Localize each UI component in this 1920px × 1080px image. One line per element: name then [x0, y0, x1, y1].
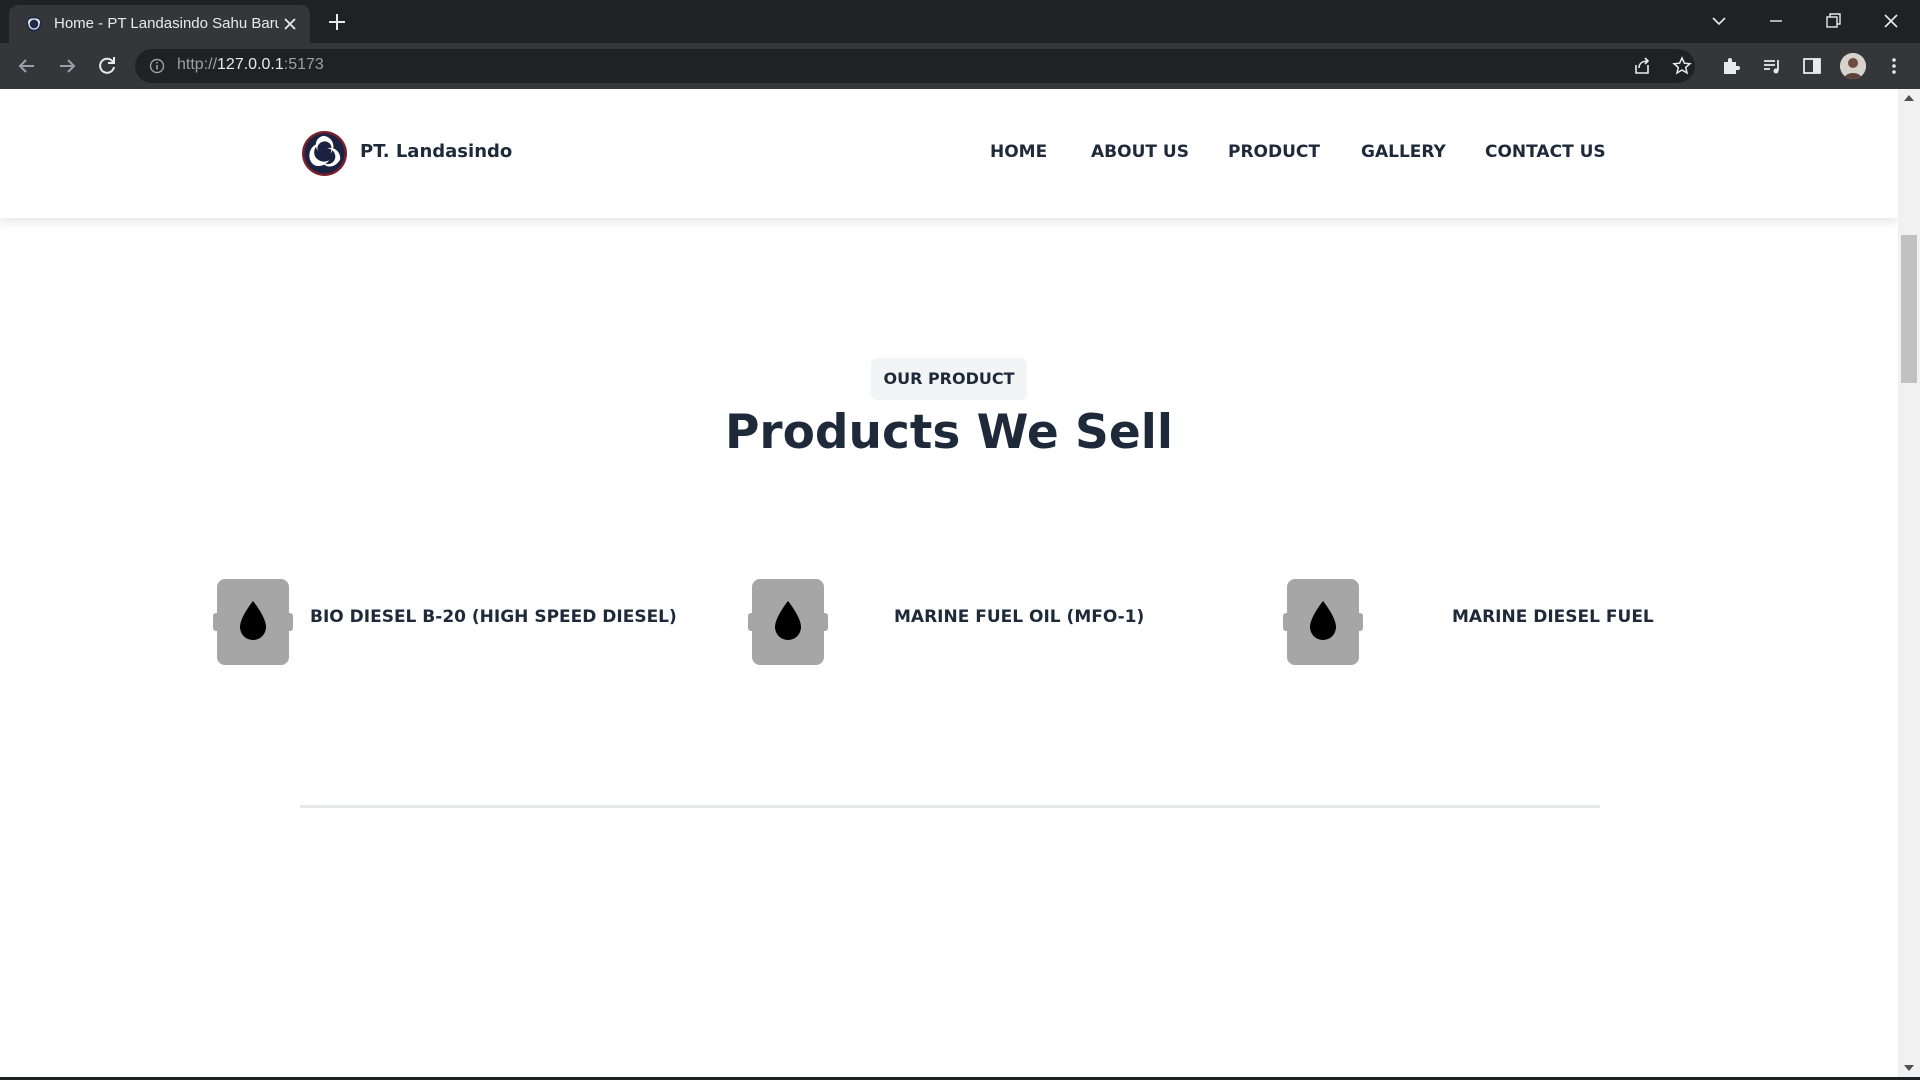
- scroll-down-arrow-icon[interactable]: [1904, 1065, 1914, 1071]
- product-name[interactable]: MARINE DIESEL FUEL: [1452, 607, 1654, 627]
- product-name[interactable]: BIO DIESEL B-20 (HIGH SPEED DIESEL): [310, 607, 677, 627]
- extensions-puzzle-icon[interactable]: [1720, 55, 1742, 77]
- product-name[interactable]: MARINE FUEL OIL (MFO-1): [894, 607, 1144, 627]
- brand-name[interactable]: PT. Landasindo: [360, 141, 512, 162]
- scroll-up-arrow-icon[interactable]: [1904, 95, 1914, 101]
- restore-icon[interactable]: [1818, 8, 1848, 34]
- page-viewport: PT. Landasindo HOME ABOUT US PRODUCT GAL…: [0, 89, 1920, 1077]
- address-bar[interactable]: http://127.0.0.1:5173: [135, 49, 1695, 83]
- nav-gallery[interactable]: GALLERY: [1361, 142, 1446, 162]
- bookmark-star-icon[interactable]: [1672, 56, 1692, 76]
- section-eyebrow: OUR PRODUCT: [871, 358, 1027, 400]
- oil-barrel-icon: [1283, 579, 1363, 665]
- reload-icon[interactable]: [95, 54, 119, 78]
- nav-product[interactable]: PRODUCT: [1228, 142, 1320, 162]
- browser-tab[interactable]: Home - PT Landasindo Sahu Baru: [9, 5, 310, 43]
- scroll-thumb[interactable]: [1901, 235, 1917, 383]
- site-info-icon[interactable]: [149, 58, 165, 74]
- nav-about-us[interactable]: ABOUT US: [1091, 142, 1189, 162]
- oil-barrel-icon: [213, 579, 293, 665]
- nav-contact-us[interactable]: CONTACT US: [1485, 142, 1606, 162]
- avatar[interactable]: [1840, 53, 1866, 79]
- site-header: PT. Landasindo HOME ABOUT US PRODUCT GAL…: [0, 89, 1898, 218]
- oil-barrel-icon: [748, 579, 828, 665]
- url-text: http://127.0.0.1:5173: [177, 56, 324, 73]
- browser-tabstrip: Home - PT Landasindo Sahu Baru: [0, 0, 1920, 43]
- back-arrow-left-icon[interactable]: [15, 54, 39, 78]
- tab-title: Home - PT Landasindo Sahu Baru: [54, 15, 279, 32]
- tab-close-icon[interactable]: [281, 15, 299, 33]
- media-queue-icon[interactable]: [1761, 55, 1783, 77]
- side-panel-icon[interactable]: [1801, 55, 1823, 77]
- section-divider: [300, 805, 1600, 808]
- forward-arrow-right-icon[interactable]: [55, 54, 79, 78]
- logo-favicon-icon: [26, 16, 42, 32]
- page-scrollbar[interactable]: [1898, 89, 1920, 1077]
- profile-avatar-icon: [1840, 53, 1866, 79]
- tab-search-chevron-down-icon[interactable]: [1704, 8, 1734, 34]
- close-window-icon[interactable]: [1876, 8, 1906, 34]
- company-logo-icon[interactable]: [301, 130, 348, 177]
- new-tab-plus-icon[interactable]: [326, 11, 348, 33]
- kebab-menu-icon[interactable]: [1883, 55, 1905, 77]
- section-title: Products We Sell: [724, 405, 1174, 460]
- minimize-icon[interactable]: [1761, 8, 1791, 34]
- browser-toolbar: http://127.0.0.1:5173: [0, 43, 1920, 89]
- nav-home[interactable]: HOME: [990, 142, 1047, 162]
- share-icon[interactable]: [1632, 56, 1652, 76]
